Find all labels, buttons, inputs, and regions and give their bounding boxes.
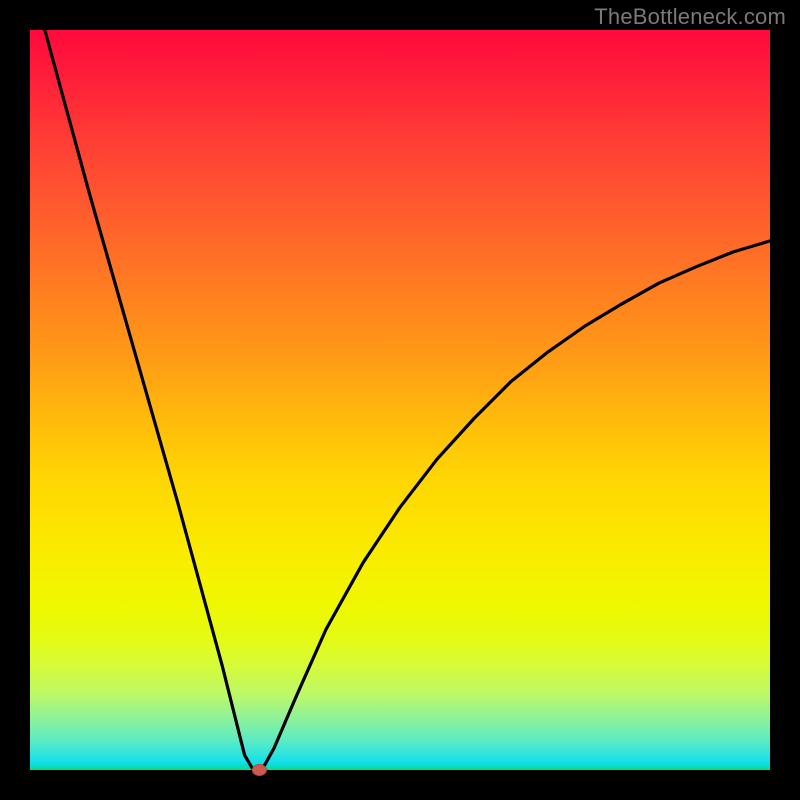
optimum-marker: [252, 765, 266, 776]
bottleneck-curve: [45, 30, 770, 770]
bottleneck-curve-svg: [30, 30, 770, 770]
plot-area: [30, 30, 770, 770]
chart-stage: TheBottleneck.com: [0, 0, 800, 800]
watermark-text: TheBottleneck.com: [594, 4, 786, 30]
